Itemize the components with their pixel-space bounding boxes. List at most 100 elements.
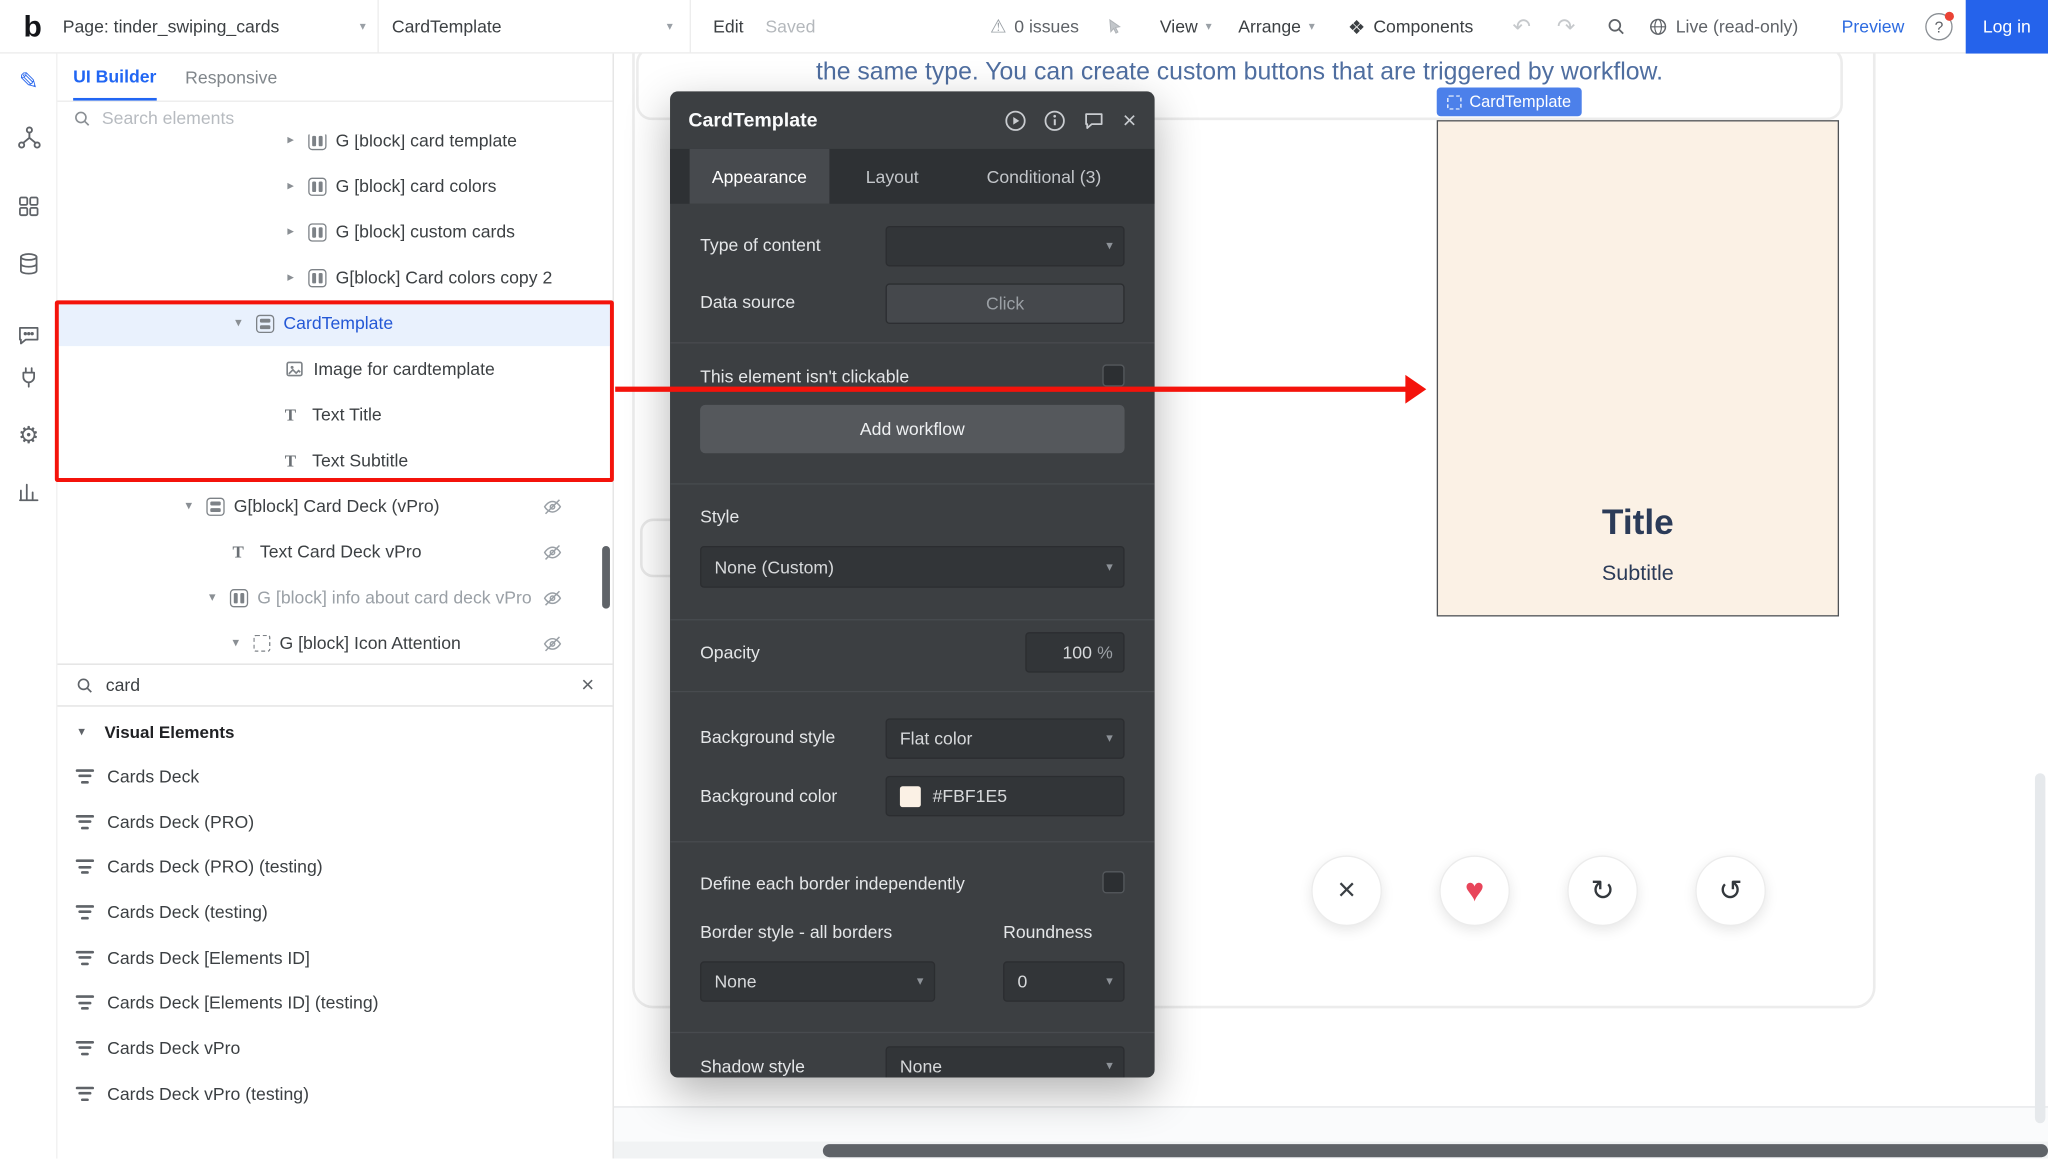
- data-source-button[interactable]: Click: [886, 283, 1125, 323]
- view-menu[interactable]: View ▾: [1160, 0, 1212, 54]
- close-icon[interactable]: ×: [1123, 108, 1137, 132]
- run-icon[interactable]: [1005, 109, 1027, 131]
- chevron-right-icon[interactable]: ▸: [287, 179, 308, 193]
- warning-icon: ⚠: [990, 16, 1006, 38]
- search-button[interactable]: [1607, 0, 1627, 54]
- info-icon[interactable]: [1044, 109, 1066, 131]
- chevron-right-icon[interactable]: ▸: [287, 135, 308, 148]
- grid-tab-icon[interactable]: [0, 187, 57, 226]
- list-item[interactable]: Cards Deck vPro: [57, 1025, 612, 1070]
- cards-deck-icon: [76, 860, 94, 874]
- tree-item[interactable]: ▸ G[block] Card colors copy 2: [57, 255, 612, 301]
- list-item[interactable]: Cards Deck: [57, 754, 612, 799]
- list-item[interactable]: Cards Deck [Elements ID]: [57, 935, 612, 980]
- clickable-checkbox[interactable]: [1102, 364, 1124, 386]
- add-workflow-button[interactable]: Add workflow: [700, 405, 1124, 453]
- background-style-dropdown[interactable]: Flat color ▾: [886, 718, 1125, 758]
- roundness-input[interactable]: 0 ▾: [1003, 961, 1124, 1001]
- help-button[interactable]: ?: [1925, 0, 1952, 54]
- bubble-logo[interactable]: b: [13, 0, 52, 54]
- undo-button[interactable]: ↶: [1512, 0, 1531, 54]
- tree-item[interactable]: T Text Card Deck vPro: [57, 529, 612, 575]
- background-color-swatch[interactable]: [900, 786, 921, 807]
- page-selector[interactable]: Page: tinder_swiping_cards ▾: [63, 0, 366, 54]
- background-color-input[interactable]: #FBF1E5: [886, 776, 1125, 816]
- chevron-down-icon: ▾: [360, 20, 366, 34]
- components-button[interactable]: ❖ Components: [1348, 0, 1473, 54]
- preview-button[interactable]: Preview: [1842, 0, 1905, 54]
- redo-button[interactable]: ↷: [1557, 0, 1576, 54]
- dashed-group-icon: [253, 635, 270, 652]
- cards-deck-icon: [76, 996, 94, 1010]
- login-button[interactable]: Log in: [1966, 0, 2048, 54]
- border-independent-checkbox[interactable]: [1102, 871, 1124, 893]
- issues-indicator[interactable]: ⚠ 0 issues: [990, 0, 1079, 54]
- plugins-tab-icon[interactable]: [0, 358, 57, 397]
- tab-conditional[interactable]: Conditional (3): [971, 149, 1117, 204]
- visibility-off-icon[interactable]: [542, 633, 563, 654]
- tree-item[interactable]: ▸ G [block] card colors: [57, 163, 612, 209]
- rewind-button[interactable]: ↺: [1695, 856, 1766, 927]
- section-title: Visual Elements: [104, 722, 234, 742]
- data-tab-icon[interactable]: [0, 244, 57, 283]
- environment-selector[interactable]: Live (read-only): [1648, 0, 1798, 54]
- chevron-right-icon[interactable]: ▸: [287, 270, 308, 284]
- chevron-down-icon: ▾: [667, 20, 673, 34]
- annotation-arrow-line: [615, 387, 1408, 392]
- chevron-right-icon[interactable]: ▸: [287, 225, 308, 239]
- clear-icon[interactable]: ×: [581, 672, 594, 698]
- workflow-tab-icon[interactable]: [0, 118, 57, 157]
- library-filter-input[interactable]: [106, 675, 570, 695]
- chevron-down-icon[interactable]: ▾: [232, 636, 253, 650]
- list-item[interactable]: Cards Deck (testing): [57, 890, 612, 935]
- styles-tab-icon[interactable]: [0, 316, 57, 355]
- selection-badge[interactable]: CardTemplate: [1437, 88, 1582, 117]
- tree-item[interactable]: ▾ G [block] Icon Attention: [57, 620, 612, 663]
- element-selector[interactable]: CardTemplate ▾: [392, 0, 673, 54]
- live-label: Live (read-only): [1676, 17, 1799, 37]
- property-editor-header[interactable]: CardTemplate ×: [670, 91, 1155, 148]
- visibility-off-icon[interactable]: [542, 496, 563, 517]
- chevron-down-icon[interactable]: ▾: [209, 590, 230, 604]
- style-dropdown[interactable]: None (Custom) ▾: [700, 546, 1124, 588]
- settings-tab-icon[interactable]: ⚙: [0, 415, 57, 454]
- tree-item[interactable]: ▸ G [block] card template: [57, 135, 612, 164]
- opacity-unit: %: [1097, 643, 1113, 663]
- tree-item[interactable]: ▸ G [block] custom cards: [57, 209, 612, 255]
- arrange-menu[interactable]: Arrange ▾: [1238, 0, 1314, 54]
- undo-arrow-icon: ↺: [1719, 874, 1743, 908]
- tab-layout[interactable]: Layout: [850, 149, 934, 204]
- shadow-style-dropdown[interactable]: None ▾: [886, 1046, 1125, 1077]
- tree-item[interactable]: ▾ G [block] info about card deck vPro: [57, 575, 612, 621]
- edit-menu[interactable]: Edit: [713, 0, 743, 54]
- visibility-off-icon[interactable]: [542, 541, 563, 562]
- opacity-input[interactable]: 100 %: [1025, 632, 1124, 672]
- design-tab-icon[interactable]: ✎: [0, 61, 57, 100]
- list-item[interactable]: Cards Deck (PRO) (testing): [57, 844, 612, 889]
- search-elements-input[interactable]: [102, 108, 597, 128]
- dropdown-value: Flat color: [900, 729, 973, 749]
- border-style-dropdown[interactable]: None ▾: [700, 961, 935, 1001]
- like-button[interactable]: ♥: [1439, 856, 1510, 927]
- logs-tab-icon[interactable]: [0, 473, 57, 512]
- panel-scrollbar[interactable]: [602, 546, 610, 609]
- list-item[interactable]: Cards Deck [Elements ID] (testing): [57, 980, 612, 1025]
- comment-icon[interactable]: [1083, 109, 1105, 131]
- vertical-scrollbar-thumb[interactable]: [2035, 773, 2045, 1123]
- tab-ui-builder[interactable]: UI Builder: [73, 54, 156, 101]
- type-of-content-dropdown[interactable]: ▾: [886, 226, 1125, 266]
- chevron-down-icon[interactable]: ▾: [185, 499, 206, 513]
- cursor-tool[interactable]: [1105, 0, 1125, 54]
- refresh-button[interactable]: ↻: [1567, 856, 1638, 927]
- visibility-off-icon[interactable]: [542, 587, 563, 608]
- dismiss-button[interactable]: ×: [1311, 856, 1382, 927]
- card-preview[interactable]: Title Subtitle: [1437, 120, 1839, 616]
- tab-responsive[interactable]: Responsive: [185, 54, 277, 101]
- refresh-icon: ↻: [1591, 874, 1615, 908]
- list-item[interactable]: Cards Deck (PRO): [57, 799, 612, 844]
- list-item[interactable]: Cards Deck vPro (testing): [57, 1071, 612, 1116]
- tree-item[interactable]: ▾ G[block] Card Deck (vPro): [57, 483, 612, 529]
- horizontal-scrollbar-thumb[interactable]: [823, 1144, 2048, 1157]
- visual-elements-section[interactable]: ▾ Visual Elements: [57, 714, 612, 748]
- tab-appearance[interactable]: Appearance: [690, 149, 830, 204]
